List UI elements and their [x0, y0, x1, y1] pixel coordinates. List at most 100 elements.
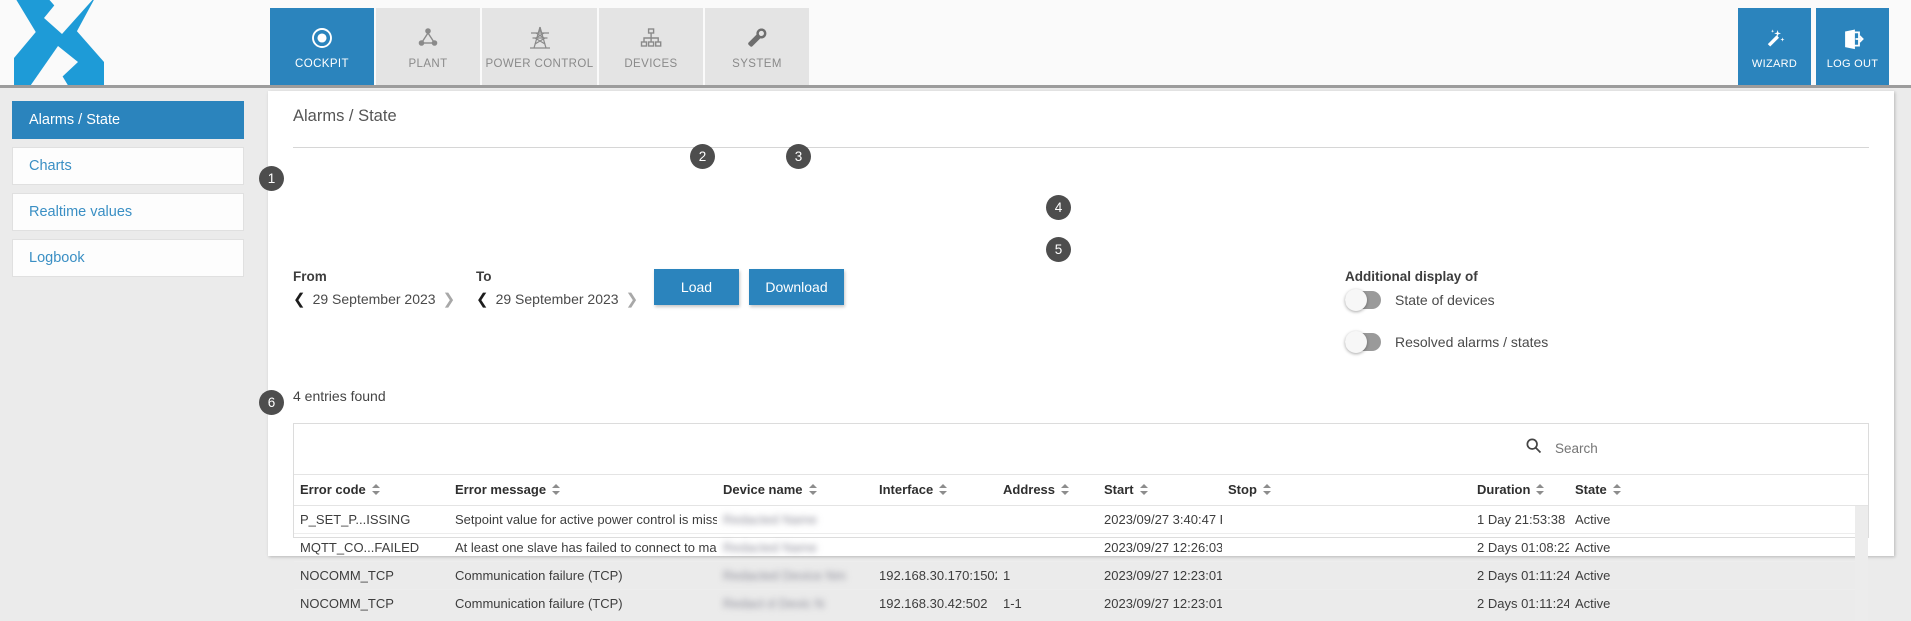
col-label: State: [1575, 482, 1607, 497]
sidebar-item-label: Charts: [29, 158, 72, 174]
nav-tab-system[interactable]: SYSTEM: [705, 8, 809, 85]
toggle-state-of-devices-label: State of devices: [1395, 292, 1495, 308]
table-body: P_SET_P...ISSING Setpoint value for acti…: [294, 505, 1868, 618]
to-label: To: [476, 269, 492, 284]
title-divider: [293, 147, 1869, 148]
table-row[interactable]: P_SET_P...ISSING Setpoint value for acti…: [294, 505, 1868, 535]
cell-address: [997, 505, 1098, 535]
nav-tab-label: PLANT: [408, 58, 448, 70]
header-actions: WIZARD LOG OUT: [1738, 8, 1889, 85]
toggle-state-of-devices-row: State of devices: [1345, 289, 1495, 311]
cell-interface: [873, 533, 997, 563]
cell-error-message: At least one slave has failed to connect…: [449, 533, 717, 563]
sort-icon: [1061, 483, 1070, 498]
device-name-redacted: Redacted Device Nm: [723, 568, 846, 584]
cell-state: Active: [1569, 533, 1868, 563]
main-navigation: COCKPIT PLANT POWER CONTROL DEVICES SYST…: [270, 8, 809, 85]
alarms-table: Error code Error message Device name Int…: [294, 475, 1868, 617]
to-date-value[interactable]: 29 September 2023: [496, 291, 619, 307]
to-prev-day-icon[interactable]: ❮: [476, 290, 489, 308]
col-header-stop[interactable]: Stop: [1222, 475, 1471, 507]
cell-start: 2023/09/27 12:26:03 PM: [1098, 533, 1222, 563]
sidebar: Alarms / State Charts Realtime values Lo…: [0, 91, 256, 565]
device-name-redacted: Redact d Devic N: [723, 596, 825, 612]
devices-tree-icon: [639, 23, 663, 53]
col-label: Stop: [1228, 482, 1257, 497]
cell-duration: 2 Days 01:11:24: [1477, 596, 1569, 612]
nav-tab-power-control[interactable]: POWER CONTROL: [482, 8, 597, 85]
cell-error-code: P_SET_P...ISSING: [294, 505, 449, 535]
nav-tab-cockpit[interactable]: COCKPIT: [270, 8, 374, 85]
toggle-state-of-devices[interactable]: [1345, 289, 1381, 311]
sidebar-item-label: Logbook: [29, 250, 85, 266]
col-header-address[interactable]: Address: [997, 475, 1098, 507]
page-title: Alarms / State: [293, 107, 397, 125]
col-header-device-name[interactable]: Device name: [717, 475, 873, 507]
wizard-button[interactable]: WIZARD: [1738, 8, 1811, 85]
nav-tab-label: COCKPIT: [295, 58, 349, 70]
col-label: Address: [1003, 482, 1056, 497]
search-icon[interactable]: [1525, 437, 1542, 459]
col-label: Interface: [879, 482, 934, 497]
magic-wand-icon: [1763, 24, 1787, 54]
col-header-error-code[interactable]: Error code: [294, 475, 449, 507]
cell-state: Active: [1569, 561, 1868, 591]
table-row[interactable]: MQTT_CO...FAILED At least one slave has …: [294, 533, 1868, 563]
search-input[interactable]: [1553, 439, 1703, 457]
load-button[interactable]: Load: [654, 269, 739, 305]
alarms-table-container: Error code Error message Device name Int…: [293, 423, 1869, 621]
cell-error-message: Communication failure (TCP): [455, 596, 623, 612]
sort-icon: [1262, 483, 1271, 498]
col-label: Error message: [455, 482, 547, 497]
nav-tab-devices[interactable]: DEVICES: [599, 8, 703, 85]
sort-icon: [1612, 483, 1621, 498]
x-logo: [0, 0, 256, 85]
sort-icon: [1536, 483, 1545, 498]
to-next-day-icon[interactable]: ❯: [626, 290, 639, 308]
from-date-value[interactable]: 29 September 2023: [313, 291, 436, 307]
col-label: Duration: [1477, 482, 1531, 497]
wizard-label: WIZARD: [1751, 57, 1798, 70]
sort-icon: [808, 483, 817, 498]
cell-device-name: Redacted Device Nm: [717, 561, 873, 591]
cell-interface: [873, 505, 997, 535]
power-pylon-icon: [527, 23, 553, 53]
logout-button[interactable]: LOG OUT: [1816, 8, 1889, 85]
toggle-knob: [1345, 289, 1367, 311]
cell-duration: 1 Day 21:53:38: [1471, 505, 1569, 535]
nav-tab-label: POWER CONTROL: [485, 58, 594, 70]
cell-interface: 192.168.30.170:1502: [873, 561, 997, 591]
cell-interface: 192.168.30.42:502: [879, 596, 988, 612]
col-header-start[interactable]: Start: [1098, 475, 1222, 507]
annotation-badge-1: 1: [259, 166, 284, 191]
nav-tab-plant[interactable]: PLANT: [376, 8, 480, 85]
cell-address: [997, 533, 1098, 563]
cell-stop: [1222, 590, 1471, 618]
sidebar-item-realtime-values[interactable]: Realtime values: [12, 193, 244, 231]
cell-start: 2023/09/27 12:23:01 PM: [1104, 596, 1222, 612]
table-row[interactable]: NOCOMM_TCP Communication failure (TCP) R…: [294, 561, 1868, 591]
plant-network-icon: [416, 23, 440, 53]
table-vertical-scrollbar[interactable]: [1855, 506, 1868, 621]
toggle-resolved-alarms[interactable]: [1345, 331, 1381, 353]
sort-icon: [552, 483, 561, 498]
download-button[interactable]: Download: [749, 269, 844, 305]
from-next-day-icon[interactable]: ❯: [443, 290, 456, 308]
device-name-redacted: Redacted Name: [723, 512, 817, 528]
sidebar-item-charts[interactable]: Charts: [12, 147, 244, 185]
col-header-interface[interactable]: Interface: [873, 475, 997, 507]
table-row[interactable]: NOCOMM_TCP Communication failure (TCP) R…: [294, 590, 1868, 618]
cell-state: Active: [1575, 596, 1611, 612]
sidebar-item-logbook[interactable]: Logbook: [12, 239, 244, 277]
sidebar-item-alarms-state[interactable]: Alarms / State: [12, 101, 244, 139]
additional-display-label: Additional display of: [1345, 269, 1478, 284]
col-header-duration[interactable]: Duration: [1471, 475, 1569, 507]
cell-error-code: MQTT_CO...FAILED: [294, 533, 449, 563]
sort-icon: [371, 483, 380, 498]
col-header-error-message[interactable]: Error message: [449, 475, 717, 507]
annotation-badge-3: 3: [786, 144, 811, 169]
col-header-state[interactable]: State: [1569, 475, 1868, 507]
sort-icon: [939, 483, 948, 498]
from-prev-day-icon[interactable]: ❮: [293, 290, 306, 308]
cell-address: 1: [997, 561, 1098, 591]
